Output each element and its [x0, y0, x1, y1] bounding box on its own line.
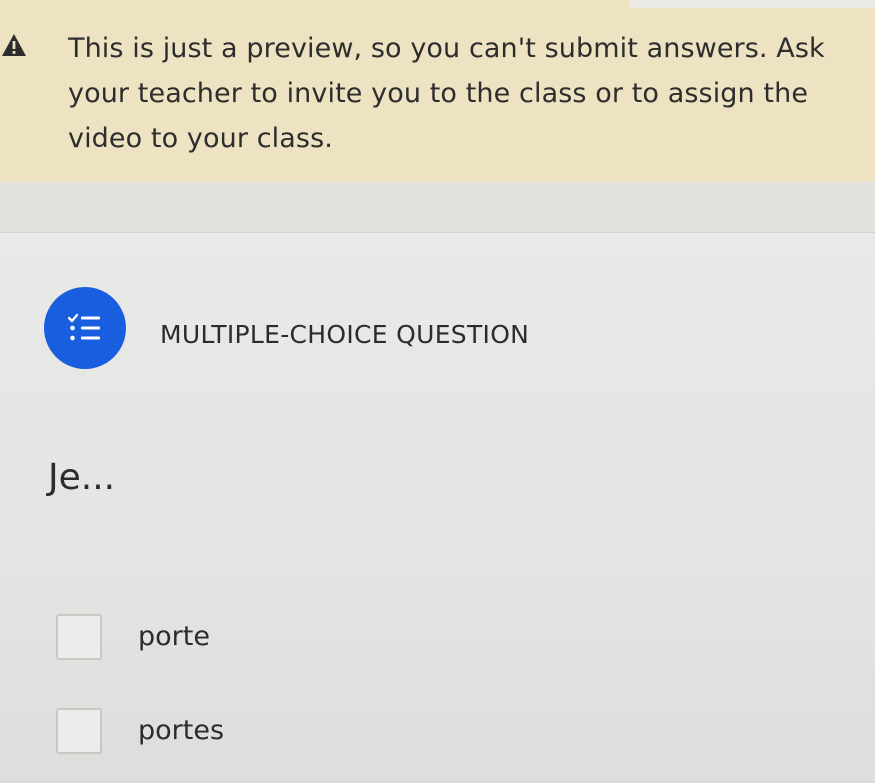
option-checkbox[interactable]	[56, 708, 102, 754]
option-label: porte	[138, 621, 210, 652]
banner-top-edge	[630, 0, 875, 8]
question-type-label: MULTIPLE-CHOICE QUESTION	[160, 320, 530, 349]
preview-warning-banner: This is just a preview, so you can't sub…	[0, 0, 875, 182]
option-checkbox[interactable]	[56, 614, 102, 660]
option-label: portes	[138, 715, 225, 746]
question-panel	[0, 233, 875, 783]
preview-warning-text: This is just a preview, so you can't sub…	[68, 33, 825, 154]
checklist-icon	[44, 287, 126, 369]
answer-option-portes[interactable]: portes	[56, 708, 224, 754]
checklist-glyph	[68, 313, 100, 341]
divider-band	[0, 182, 875, 233]
answer-option-porte[interactable]: porte	[56, 614, 210, 660]
warning-icon	[2, 34, 26, 56]
question-prompt: Je...	[48, 457, 116, 498]
